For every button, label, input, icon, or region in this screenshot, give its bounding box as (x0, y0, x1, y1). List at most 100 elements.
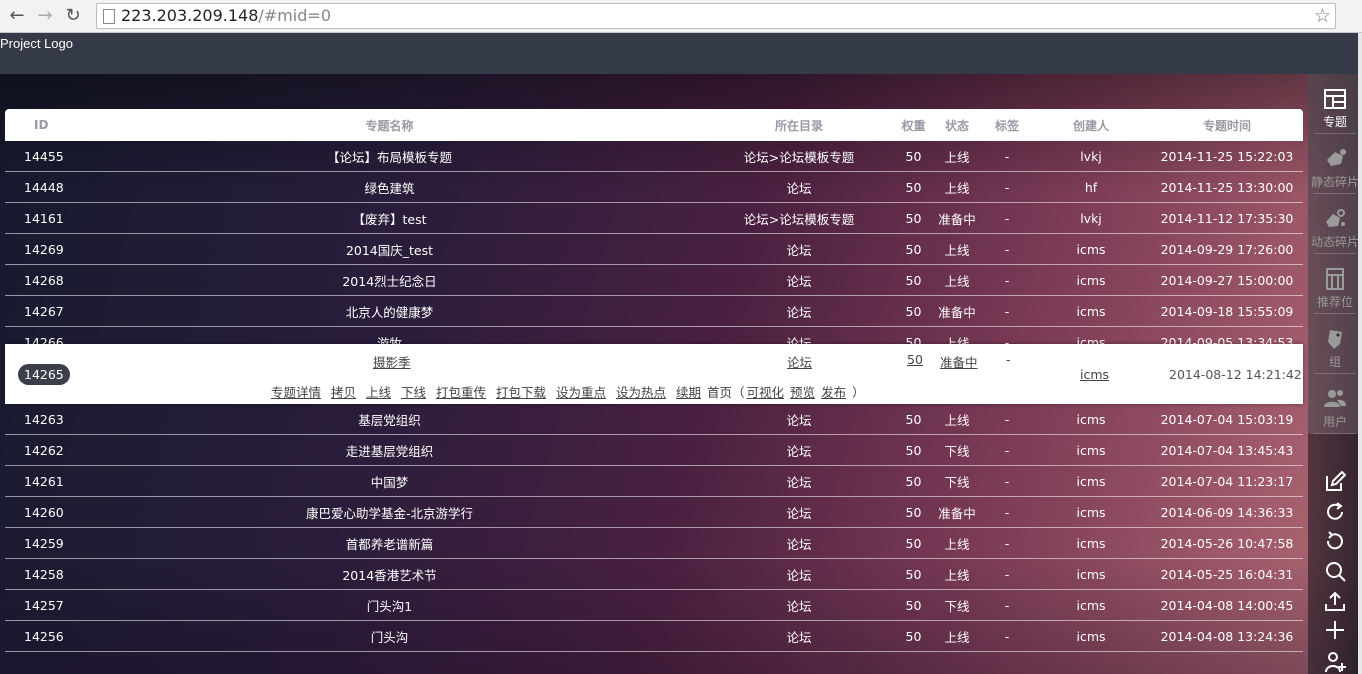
table-row[interactable]: 14448 绿色建筑 论坛 50 上线 - hf 2014-11-25 13:30:00 (5, 172, 1303, 203)
table-row[interactable]: 14256 门头沟 论坛 50 上线 - icms 2014-04-08 13:24:36 (5, 621, 1303, 652)
row-id: 14267 (24, 303, 64, 319)
project-logo[interactable]: Project Logo (0, 36, 73, 51)
divider (1314, 433, 1356, 434)
upload-icon[interactable] (1324, 590, 1346, 612)
table-row[interactable]: 14267 北京人的健康梦 论坛 50 准备中 - icms 2014-09-18 15:55… (5, 296, 1303, 327)
sidebar-item-recommend[interactable]: 推荐位 (1308, 254, 1362, 314)
row-name: 中国梦 (370, 474, 409, 490)
table-row[interactable]: 14268 2014烈士纪念日 论坛 50 上线 - icms 2014-09-27 15:0… (5, 265, 1303, 296)
selected-row[interactable]: 14265 摄影季 论坛 50 准备中 - icms 2014-08-12 14… (5, 344, 1303, 404)
row-tag: - (1004, 535, 1010, 551)
table-row[interactable]: 14263 基层党组织 论坛 50 上线 - icms 2014-07-04 15:03:19 (5, 404, 1303, 435)
row-time: 2014-09-18 15:55:09 (1160, 303, 1294, 319)
edit-icon[interactable] (1324, 471, 1346, 493)
row-dir: 论坛>论坛模板专题 (743, 149, 855, 165)
header-creator[interactable]: 创建人 (1031, 109, 1151, 141)
action-pack-download[interactable]: 打包下载 (496, 385, 546, 400)
back-icon[interactable]: ← (6, 5, 28, 27)
forward-icon[interactable]: → (34, 5, 56, 27)
sidebar-item-topic[interactable]: 专题 (1308, 74, 1362, 134)
homepage-prefix: 首页（ (707, 385, 745, 400)
table-row[interactable]: 14261 中国梦 论坛 50 下线 - icms 2014-07-04 11:23:17 (5, 466, 1303, 497)
search-icon[interactable] (1324, 560, 1346, 582)
row-status: 上线 (944, 629, 970, 645)
star-icon[interactable]: ☆ (1314, 5, 1331, 27)
sidebar-item-group[interactable]: 组 (1308, 314, 1362, 374)
action-set-key[interactable]: 设为重点 (556, 385, 606, 400)
row-status: 上线 (944, 273, 970, 289)
action-set-hot[interactable]: 设为热点 (616, 385, 666, 400)
selected-name-link[interactable]: 摄影季 (373, 352, 411, 371)
refresh-icon[interactable] (1324, 501, 1346, 523)
sidebar-item-static-fragment[interactable]: 静态碎片 (1308, 134, 1362, 194)
reload-icon[interactable] (1324, 530, 1346, 552)
header-id[interactable]: ID (5, 109, 77, 141)
table-row[interactable]: 14262 走进基层党组织 论坛 50 下线 - icms 2014-07-04 13:45:… (5, 435, 1303, 466)
row-name: 走进基层党组织 (345, 443, 434, 459)
sidebar-item-label: 专题 (1322, 115, 1347, 129)
header-dir[interactable]: 所在目录 (702, 109, 896, 141)
table-row[interactable]: 14455 【论坛】布局模板专题 论坛>论坛模板专题 50 上线 - lvkj 2014-11… (5, 141, 1303, 172)
homepage-preview-link[interactable]: 预览 (790, 385, 815, 400)
header-tag[interactable]: 标签 (983, 109, 1031, 141)
table-row[interactable]: 14258 2014香港艺术节 论坛 50 上线 - icms 2014-05-25 16:0… (5, 559, 1303, 590)
header-name[interactable]: 专题名称 (77, 109, 702, 141)
url-host: 223.203.209.148 (121, 6, 259, 25)
add-user-icon[interactable] (1324, 651, 1346, 673)
row-weight: 50 (905, 411, 922, 427)
row-creator: icms (1076, 442, 1106, 458)
row-dir: 论坛 (786, 598, 812, 614)
row-dir: 论坛 (786, 567, 812, 583)
header-weight[interactable]: 权重 (896, 109, 931, 141)
row-id: 14161 (24, 210, 64, 226)
table-row[interactable]: 14161 【废弃】test 论坛>论坛模板专题 50 准备中 - lvkj 2014-11-… (5, 203, 1303, 234)
action-copy[interactable]: 拷贝 (331, 385, 356, 400)
action-topic-detail[interactable]: 专题详情 (271, 385, 321, 400)
table-row[interactable]: 14260 康巴爱心助学基金-北京游学行 论坛 50 准备中 - icms 2014-06-0… (5, 497, 1303, 528)
row-weight: 50 (905, 504, 922, 520)
action-renew[interactable]: 续期 (676, 385, 701, 400)
selected-weight-link[interactable]: 50 (907, 352, 923, 367)
row-time: 2014-07-04 11:23:17 (1160, 473, 1294, 489)
row-name: 【论坛】布局模板专题 (326, 149, 452, 165)
scrollbar[interactable] (1358, 33, 1362, 674)
add-icon[interactable] (1324, 619, 1346, 641)
row-status: 上线 (944, 149, 970, 165)
row-dir: 论坛 (786, 536, 812, 552)
sidebar-item-dynamic-fragment[interactable]: 动态碎片 (1308, 194, 1362, 254)
table-row[interactable]: 14269 2014国庆_test 论坛 50 上线 - icms 2014-09-29 17… (5, 234, 1303, 265)
selected-creator-link[interactable]: icms (1080, 367, 1109, 382)
selected-dir-link[interactable]: 论坛 (787, 352, 812, 371)
selected-status-link[interactable]: 准备中 (940, 352, 978, 371)
row-time: 2014-05-25 16:04:31 (1160, 566, 1294, 582)
homepage-publish-link[interactable]: 发布 (821, 385, 846, 400)
url-text[interactable]: 223.203.209.148/#mid=0 (121, 6, 331, 26)
row-status: 下线 (944, 474, 970, 490)
address-bar[interactable]: 223.203.209.148/#mid=0 ☆ (96, 3, 1336, 29)
table-row[interactable]: 14259 首都养老谱新篇 论坛 50 上线 - icms 2014-05-26 10:47:… (5, 528, 1303, 559)
row-weight: 50 (905, 148, 922, 164)
action-online[interactable]: 上线 (366, 385, 391, 400)
header-status[interactable]: 状态 (931, 109, 983, 141)
row-tag: - (1004, 303, 1010, 319)
row-dir: 论坛 (786, 505, 812, 521)
recommend-slot-icon (1326, 268, 1344, 290)
row-time: 2014-05-26 10:47:58 (1160, 535, 1294, 551)
row-creator: icms (1076, 566, 1106, 582)
header-time[interactable]: 专题时间 (1151, 109, 1303, 141)
row-name: 2014烈士纪念日 (342, 273, 437, 289)
sidebar-item-users[interactable]: 用户 (1308, 374, 1362, 434)
row-weight: 50 (905, 473, 922, 489)
row-name: 首都养老谱新篇 (345, 536, 434, 552)
reload-icon[interactable]: ↻ (62, 5, 84, 27)
row-creator: icms (1076, 303, 1106, 319)
action-repack-upload[interactable]: 打包重传 (436, 385, 486, 400)
sidebar-item-label: 推荐位 (1316, 295, 1353, 309)
page-icon (103, 9, 115, 24)
action-offline[interactable]: 下线 (401, 385, 426, 400)
row-id: 14269 (24, 241, 64, 257)
homepage-visualize-link[interactable]: 可视化 (747, 385, 785, 400)
table-row[interactable]: 14257 门头沟1 论坛 50 下线 - icms 2014-04-08 14:00:45 (5, 590, 1303, 621)
app-header: Project Logo (0, 33, 1362, 74)
sidebar-item-label: 静态碎片 (1310, 175, 1359, 189)
